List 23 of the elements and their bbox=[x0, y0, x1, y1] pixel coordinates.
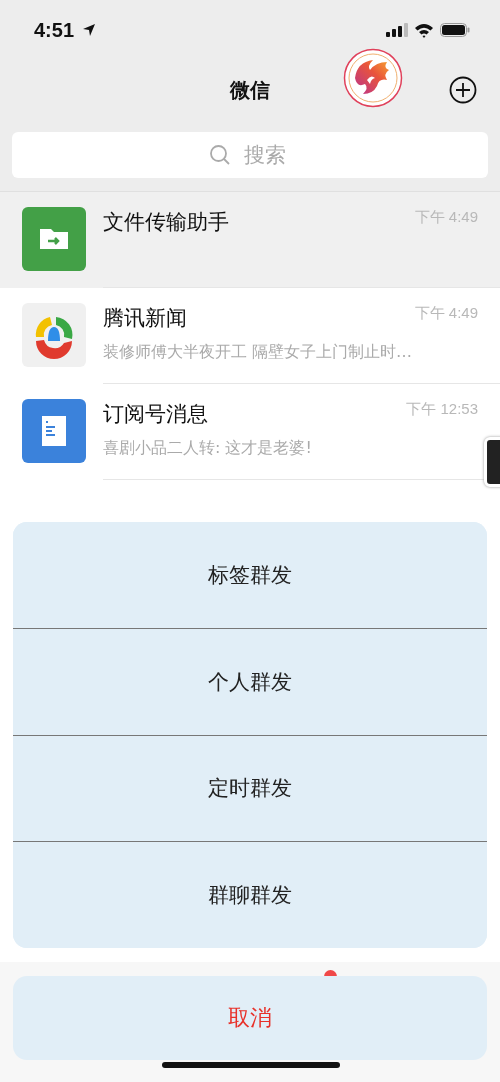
location-arrow-icon bbox=[82, 23, 97, 37]
chat-time: 下午 12:53 bbox=[406, 400, 478, 419]
bird-logo-icon bbox=[343, 48, 403, 108]
chat-preview: 喜剧小品二人转: 这才是老婆! bbox=[103, 438, 313, 459]
cancel-button[interactable]: 取消 bbox=[13, 976, 487, 1060]
chat-time: 下午 4:49 bbox=[414, 208, 478, 227]
chat-name: 文件传输助手 bbox=[103, 209, 229, 236]
chat-row[interactable]: 文件传输助手 下午 4:49 bbox=[0, 192, 500, 288]
chat-name: 腾讯新闻 bbox=[103, 305, 187, 332]
sheet-option[interactable]: 群聊群发 bbox=[13, 841, 487, 948]
status-time: 4:51 bbox=[34, 18, 75, 42]
nav-title: 微信 bbox=[230, 76, 270, 104]
add-icon[interactable] bbox=[449, 76, 477, 104]
chat-time: 下午 4:49 bbox=[414, 304, 478, 323]
document-icon bbox=[22, 399, 86, 463]
search-icon bbox=[209, 144, 231, 166]
news-app-icon bbox=[22, 303, 86, 367]
chat-name: 订阅号消息 bbox=[103, 401, 208, 428]
chat-preview: 装修师傅大半夜开工 隔壁女子上门制止时… bbox=[103, 342, 414, 363]
battery-icon bbox=[440, 23, 470, 37]
wifi-icon bbox=[414, 22, 434, 38]
search-field[interactable]: 搜索 bbox=[12, 132, 488, 178]
signal-icon bbox=[386, 23, 408, 37]
